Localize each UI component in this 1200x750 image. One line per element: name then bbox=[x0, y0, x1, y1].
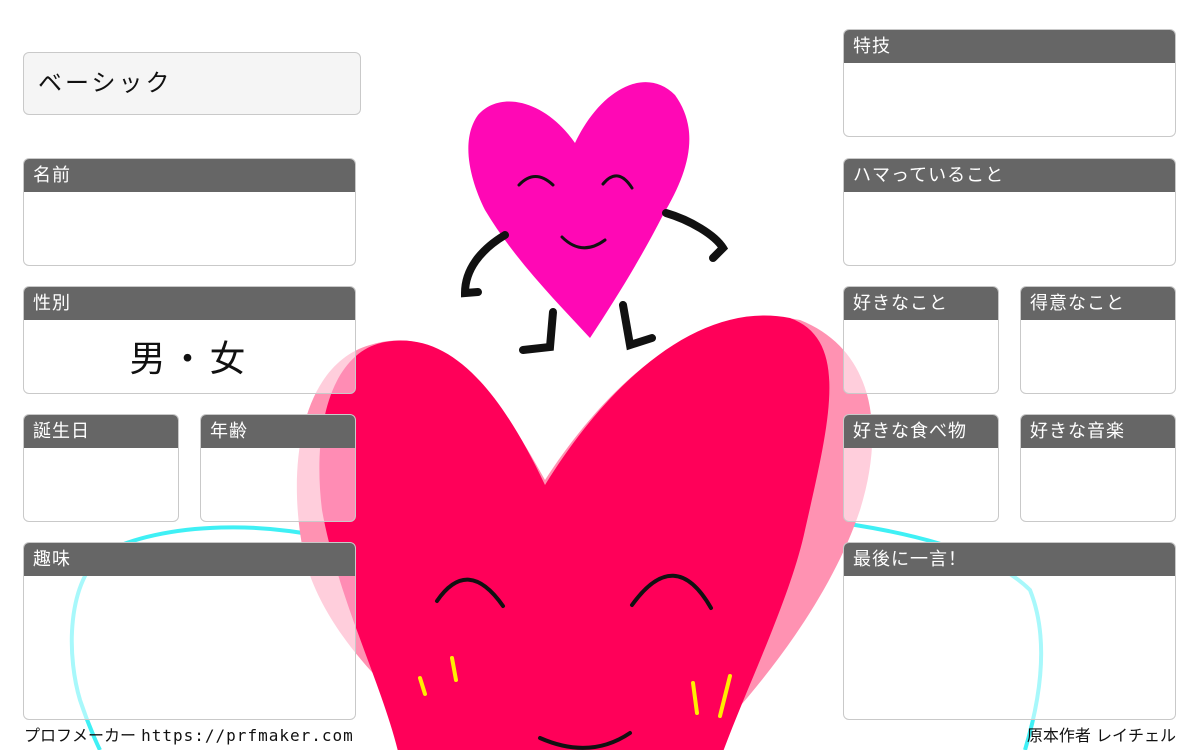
footer-credit: プロフメーカー https://prfmaker.com bbox=[24, 722, 354, 746]
into-now-field[interactable] bbox=[844, 192, 1175, 265]
gender-label: 性別 bbox=[24, 287, 355, 320]
age-card[interactable]: 年齢 bbox=[200, 414, 356, 522]
favorite-music-card[interactable]: 好きな音楽 bbox=[1020, 414, 1176, 522]
last-word-label: 最後に一言！ bbox=[844, 543, 1175, 576]
favorite-food-card[interactable]: 好きな食べ物 bbox=[843, 414, 999, 522]
gender-card[interactable]: 性別 男・女 bbox=[23, 286, 356, 394]
birthday-card[interactable]: 誕生日 bbox=[23, 414, 179, 522]
footer-brand: プロフメーカー bbox=[24, 726, 137, 745]
favorite-food-field[interactable] bbox=[844, 448, 998, 521]
name-label: 名前 bbox=[24, 159, 355, 192]
likes-label: 好きなこと bbox=[844, 287, 998, 320]
favorite-food-label: 好きな食べ物 bbox=[844, 415, 998, 448]
skill-label: 特技 bbox=[844, 30, 1175, 63]
age-field[interactable] bbox=[201, 448, 355, 521]
good-at-card[interactable]: 得意なこと bbox=[1020, 286, 1176, 394]
hobby-card[interactable]: 趣味 bbox=[23, 542, 356, 720]
gender-options[interactable]: 男・女 bbox=[24, 330, 355, 382]
birthday-field[interactable] bbox=[24, 448, 178, 521]
into-now-label: ハマっていること bbox=[844, 159, 1175, 192]
favorite-music-label: 好きな音楽 bbox=[1021, 415, 1175, 448]
name-field[interactable] bbox=[24, 192, 355, 265]
hobby-label: 趣味 bbox=[24, 543, 355, 576]
favorite-music-field[interactable] bbox=[1021, 448, 1175, 521]
basic-title-label: ベーシック bbox=[38, 69, 173, 97]
hobby-field[interactable] bbox=[24, 576, 355, 719]
good-at-field[interactable] bbox=[1021, 320, 1175, 393]
good-at-label: 得意なこと bbox=[1021, 287, 1175, 320]
likes-card[interactable]: 好きなこと bbox=[843, 286, 999, 394]
small-heart bbox=[468, 82, 690, 338]
age-label: 年齢 bbox=[201, 415, 355, 448]
last-word-field[interactable] bbox=[844, 576, 1175, 719]
gender-field[interactable]: 男・女 bbox=[24, 320, 355, 393]
footer-url-link[interactable]: https://prfmaker.com bbox=[141, 726, 354, 745]
skill-card[interactable]: 特技 bbox=[843, 29, 1176, 137]
basic-title-card: ベーシック bbox=[23, 52, 361, 115]
birthday-label: 誕生日 bbox=[24, 415, 178, 448]
likes-field[interactable] bbox=[844, 320, 998, 393]
into-now-card[interactable]: ハマっていること bbox=[843, 158, 1176, 266]
name-card[interactable]: 名前 bbox=[23, 158, 356, 266]
footer-author: 原本作者 レイチェル bbox=[1026, 726, 1176, 745]
last-word-card[interactable]: 最後に一言！ bbox=[843, 542, 1176, 720]
skill-field[interactable] bbox=[844, 63, 1175, 136]
